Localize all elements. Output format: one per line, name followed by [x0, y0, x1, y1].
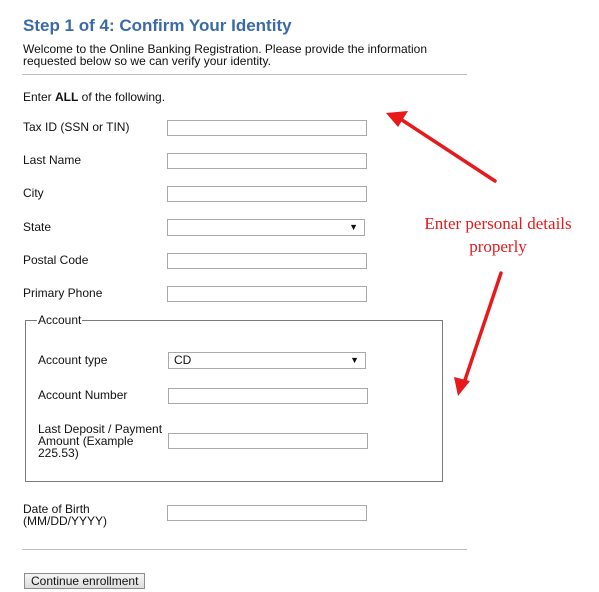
- arrow-up-left-icon: [386, 111, 497, 183]
- annotation-text: Enter personal details properly: [424, 214, 572, 256]
- annotation-arrows: [386, 111, 503, 396]
- arrow-down-left-icon: [454, 271, 503, 396]
